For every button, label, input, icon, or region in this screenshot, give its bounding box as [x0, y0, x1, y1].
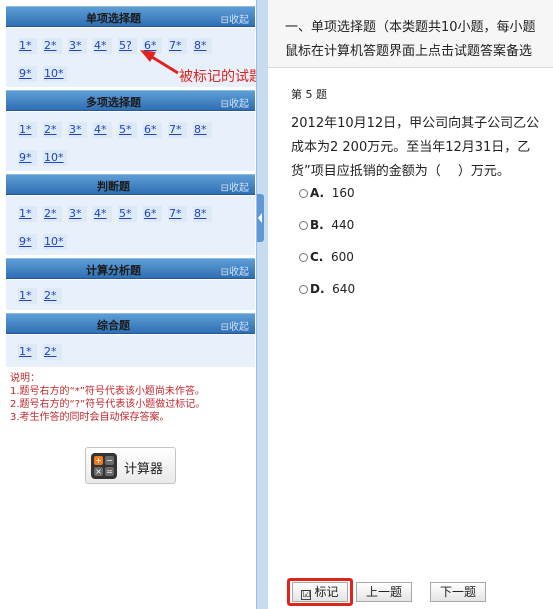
mark-checkbox[interactable]: ☑ [301, 590, 312, 600]
question-link[interactable]: 7* [168, 38, 187, 54]
notes-line: 1.题号右方的“*”符号代表该小题尚未作答。 [10, 386, 205, 397]
question-text: 成本为2 200万元。至当年12月31日，乙 [291, 140, 531, 155]
legend-notes: 说明： 1.题号右方的“*”符号代表该小题尚未作答。 2.题号右方的“?”符号代… [10, 372, 205, 424]
question-link[interactable]: 3* [68, 206, 87, 222]
option-a[interactable]: A. 160 [299, 186, 355, 200]
question-link[interactable]: 8* [193, 122, 212, 138]
question-row: 1* 2* 3* 4* 5* 6* 7* 8* [18, 122, 218, 138]
notes-title: 说明： [10, 373, 40, 384]
section-header-true-false: 判断题 ⊟收起 [6, 174, 255, 195]
question-link[interactable]: 4* [93, 38, 112, 54]
question-number: 第 5 题 [291, 88, 327, 101]
calculator-button[interactable]: + − × = 计算器 [85, 447, 176, 484]
section-body: 1* 2* [6, 335, 255, 367]
question-row: 1* 2* [18, 288, 68, 304]
question-link[interactable]: 2* [43, 344, 62, 360]
question-link[interactable]: 9* [18, 66, 37, 82]
question-link[interactable]: 5* [118, 122, 137, 138]
section-title: 判断题 [97, 180, 130, 193]
panel-splitter[interactable] [256, 0, 268, 609]
question-link[interactable]: 2* [43, 206, 62, 222]
section-title: 综合题 [97, 319, 130, 332]
previous-question-button[interactable]: 上一题 [356, 582, 412, 602]
section-header-calculation: 计算分析题 ⊟收起 [6, 258, 255, 279]
section-header-single-choice: 单项选择题 ⊟收起 [6, 6, 255, 27]
annotation-label: 被标记的试题 [179, 69, 263, 85]
question-link[interactable]: 8* [193, 206, 212, 222]
question-text: 货”项目应抵销的金额为（ ）万元。 [291, 164, 510, 179]
radio-button[interactable] [299, 285, 308, 294]
question-row: 1* 2* 3* 4* 5? 6* 7* 8* [18, 38, 218, 54]
radio-button[interactable] [299, 221, 308, 230]
question-link[interactable]: 2* [43, 288, 62, 304]
collapse-panel-toggle[interactable] [257, 194, 264, 242]
calculator-icon: + − × = [91, 453, 117, 479]
question-link[interactable]: 3* [68, 38, 87, 54]
question-link[interactable]: 2* [43, 122, 62, 138]
section-title: 计算分析题 [86, 264, 141, 277]
question-link[interactable]: 6* [143, 122, 162, 138]
question-link[interactable]: 1* [18, 122, 37, 138]
section-body: 1* 2* 3* 4* 5* 6* 7* 8* 9* 10* [6, 196, 255, 255]
question-row: 9* 10* [18, 234, 73, 250]
collapse-button[interactable]: ⊟收起 [221, 263, 249, 278]
question-link[interactable]: 5* [118, 206, 137, 222]
option-d[interactable]: D. 640 [299, 282, 355, 296]
question-link[interactable]: 4* [93, 122, 112, 138]
question-row: 9* 10* [18, 66, 73, 82]
radio-button[interactable] [299, 189, 308, 198]
section-body: 1* 2* 3* 4* 5* 6* 7* 8* 9* 10* [6, 112, 255, 171]
question-link[interactable]: 10* [43, 66, 67, 82]
question-nav-panel: 单项选择题 ⊟收起 1* 2* 3* 4* 5? 6* 7* 8* 9* 10* 多项选择题 ⊟… [0, 0, 256, 609]
question-link[interactable]: 4* [93, 206, 112, 222]
question-link[interactable]: 10* [43, 234, 67, 250]
section-body: 1* 2* [6, 280, 255, 310]
question-footer: ☑ 标记 上一题 下一题 [268, 576, 553, 609]
question-link[interactable]: 3* [68, 122, 87, 138]
question-link[interactable]: 9* [18, 234, 37, 250]
instructions-line: 鼠标在计算机答题界面上点击试题答案备选 [285, 44, 533, 59]
option-c[interactable]: C. 600 [299, 250, 354, 264]
notes-line: 3.考生作答的同时会自动保存答案。 [10, 412, 170, 423]
calculator-label: 计算器 [124, 462, 164, 477]
collapse-button[interactable]: ⊟收起 [221, 179, 249, 194]
question-link[interactable]: 8* [193, 38, 212, 54]
question-link[interactable]: 6* [143, 206, 162, 222]
question-row: 1* 2* [18, 344, 68, 360]
question-panel: 一、单项选择题（本类题共10小题，每小题 鼠标在计算机答题界面上点击试题答案备选… [268, 0, 553, 609]
question-link[interactable]: 7* [168, 206, 187, 222]
section-instructions: 一、单项选择题（本类题共10小题，每小题 鼠标在计算机答题界面上点击试题答案备选 [268, 0, 553, 68]
collapse-button[interactable]: ⊟收起 [221, 11, 249, 26]
question-link[interactable]: 1* [18, 38, 37, 54]
question-row: 9* 10* [18, 150, 73, 166]
question-link[interactable]: 6* [143, 38, 162, 54]
mark-button[interactable]: ☑ 标记 [292, 582, 348, 602]
collapse-button[interactable]: ⊟收起 [221, 318, 249, 333]
question-link[interactable]: 7* [168, 122, 187, 138]
section-title: 单项选择题 [86, 12, 141, 25]
question-row: 1* 2* 3* 4* 5* 6* 7* 8* [18, 206, 218, 222]
radio-button[interactable] [299, 253, 308, 262]
notes-line: 2.题号右方的“?”符号代表该小题做过标记。 [10, 399, 206, 410]
next-question-button[interactable]: 下一题 [430, 582, 486, 602]
option-b[interactable]: B. 440 [299, 218, 354, 232]
question-link[interactable]: 10* [43, 150, 67, 166]
collapse-button[interactable]: ⊟收起 [221, 95, 249, 110]
question-text: 2012年10月12日，甲公司向其子公司乙公 [291, 116, 540, 131]
question-link[interactable]: 9* [18, 150, 37, 166]
question-link-marked[interactable]: 5? [118, 38, 137, 54]
question-link[interactable]: 2* [43, 38, 62, 54]
question-link[interactable]: 1* [18, 344, 37, 360]
instructions-line: 一、单项选择题（本类题共10小题，每小题 [285, 20, 536, 35]
section-header-comprehensive: 综合题 ⊟收起 [6, 313, 255, 334]
question-link[interactable]: 1* [18, 206, 37, 222]
section-header-multi-choice: 多项选择题 ⊟收起 [6, 90, 255, 111]
section-title: 多项选择题 [86, 96, 141, 109]
question-link[interactable]: 1* [18, 288, 37, 304]
